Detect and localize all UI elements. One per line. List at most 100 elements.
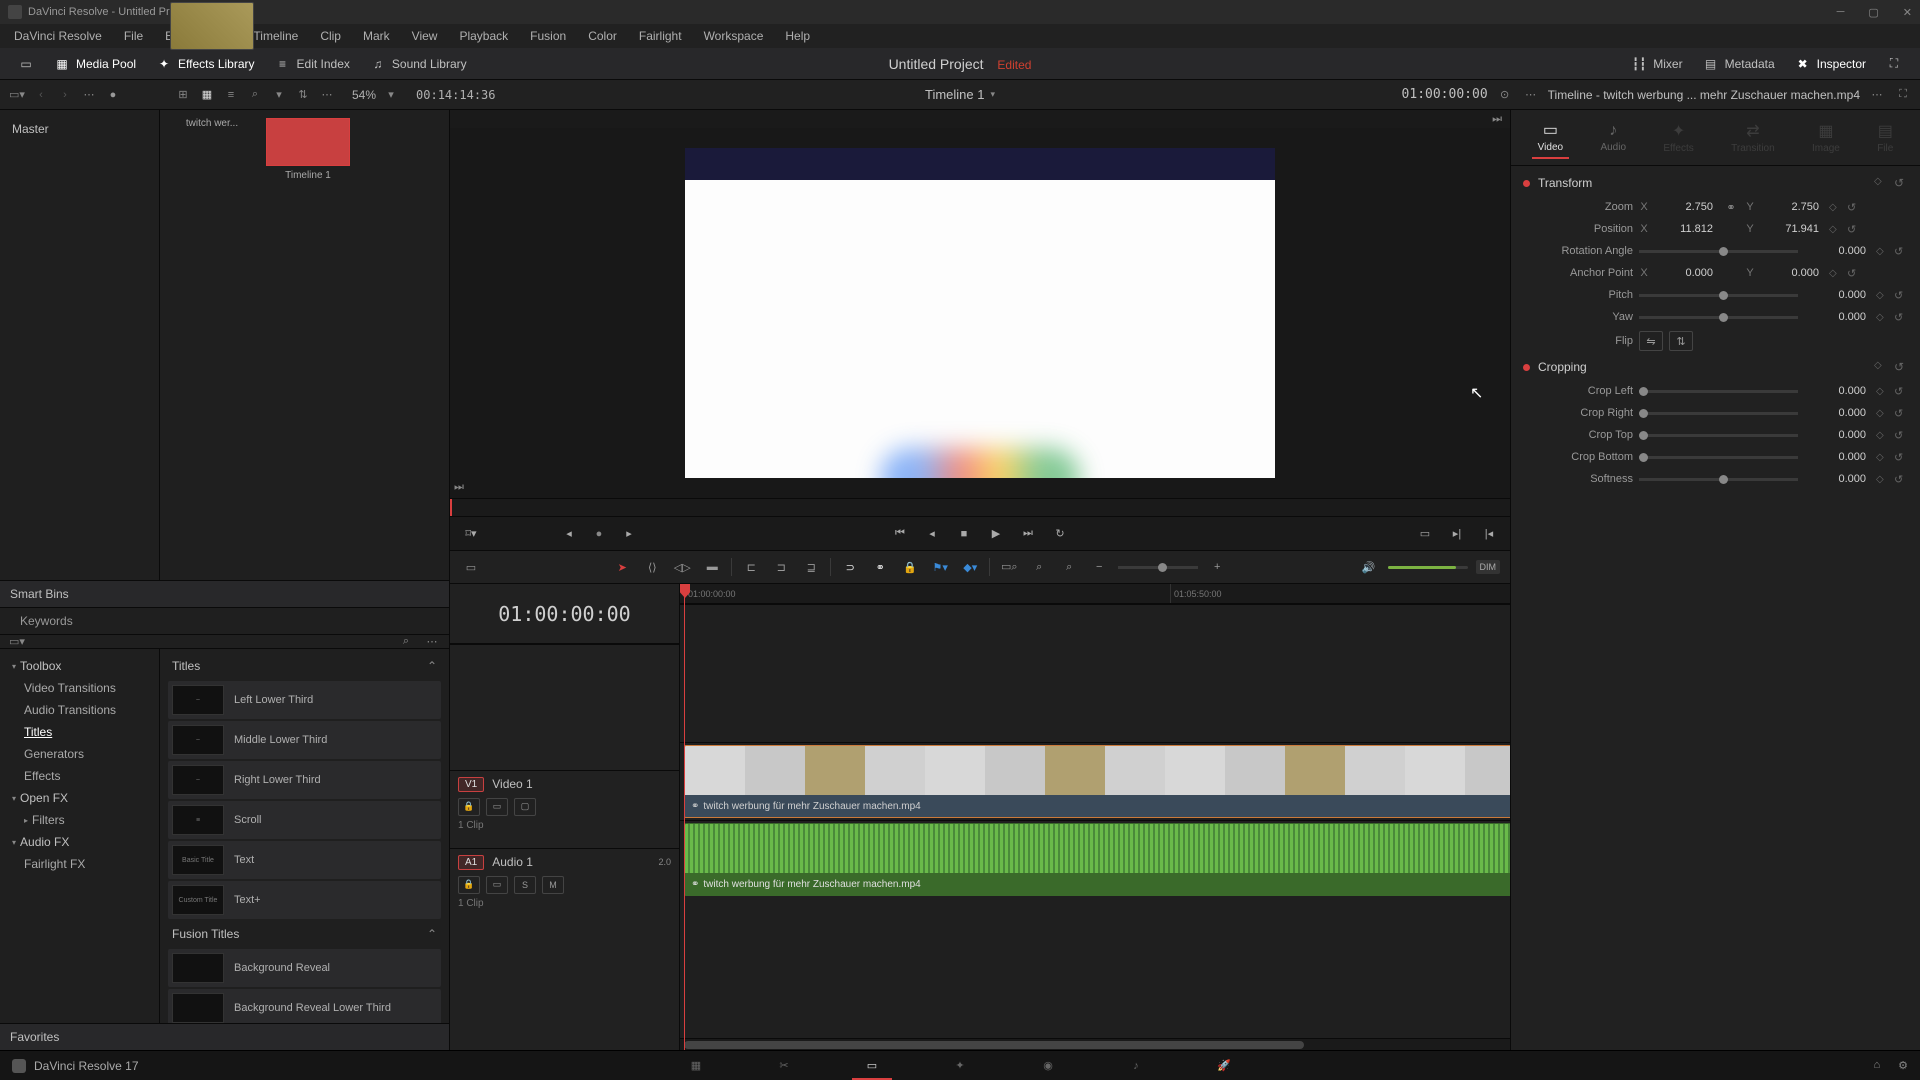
timeline-tracks-area[interactable]: 01:00:00:00 01:05:50:00 01:11:40:00 ⚭twi… [680, 584, 1510, 1050]
reset-icon[interactable]: ↺ [1894, 289, 1908, 302]
flip-h-button[interactable]: ⇋ [1639, 331, 1663, 351]
title-text-plus[interactable]: Custom TitleText+ [168, 881, 441, 919]
match-frame-icon[interactable]: ⌑▾ [460, 523, 482, 545]
inspector-tab-audio[interactable]: ♪Audio [1594, 118, 1632, 157]
effects-library-button[interactable]: ✦Effects Library [146, 52, 264, 76]
fx-tree-video-transitions[interactable]: Video Transitions [4, 677, 155, 699]
selection-tool-icon[interactable]: ➤ [611, 556, 633, 578]
pitch-field[interactable]: 0.000 [1808, 287, 1870, 303]
position-y-field[interactable]: 71.941 [1761, 221, 1823, 237]
viewer-scrubber[interactable] [450, 498, 1510, 516]
metadata-button[interactable]: ▤Metadata [1693, 52, 1785, 76]
reset-icon[interactable]: ↺ [1894, 176, 1908, 190]
yaw-field[interactable]: 0.000 [1808, 309, 1870, 325]
video-track-row[interactable]: ⚭twitch werbung für mehr Zuschauer mache… [680, 742, 1510, 820]
prev-edit-icon[interactable]: ◂ [558, 523, 580, 545]
fx-tree-toolbox[interactable]: ▾Toolbox [4, 655, 155, 677]
go-first-icon[interactable]: ⏮ [889, 523, 911, 545]
title-right-lower-third[interactable]: ⎯Right Lower Third [168, 761, 441, 799]
video-clip[interactable]: ⚭twitch werbung für mehr Zuschauer mache… [684, 745, 1510, 818]
keyframe-icon[interactable]: ◇ [1876, 386, 1888, 397]
lock-icon[interactable]: 🔒 [899, 556, 921, 578]
rotation-field[interactable]: 0.000 [1808, 243, 1870, 259]
fx-tree-openfx[interactable]: ▾Open FX [4, 787, 155, 809]
media-clip-item[interactable]: twitch wer... [168, 118, 256, 181]
reset-icon[interactable]: ↺ [1847, 223, 1861, 236]
fusion-bg-reveal[interactable]: Background Reveal [168, 949, 441, 987]
track-mute-button[interactable]: M [542, 876, 564, 894]
menu-file[interactable]: File [114, 26, 153, 46]
zoom-x-field[interactable]: 2.750 [1655, 199, 1717, 215]
record-timecode[interactable]: 01:00:00:00 [1402, 87, 1488, 102]
maximize-icon[interactable]: ▢ [1868, 6, 1878, 19]
insert-icon[interactable]: ● [588, 523, 610, 545]
jump-next-icon[interactable]: ⏭ [1492, 113, 1502, 126]
track-auto-select-icon[interactable]: ▭ [486, 876, 508, 894]
timeline-selector[interactable]: Timeline 1 ▾ [925, 87, 995, 102]
fairlight-page-tab[interactable]: ♪ [1122, 1056, 1150, 1076]
media-pool-button[interactable]: ▦Media Pool [44, 52, 146, 76]
timeline-ruler[interactable]: 01:00:00:00 01:05:50:00 01:11:40:00 [680, 584, 1510, 604]
timeline-zoom-slider[interactable] [1118, 566, 1198, 569]
favorites-header[interactable]: Favorites [0, 1023, 449, 1050]
track-disable-icon[interactable]: ▢ [514, 798, 536, 816]
reset-icon[interactable]: ↺ [1847, 201, 1861, 214]
menu-color[interactable]: Color [578, 26, 627, 46]
nav-fwd-icon[interactable]: › [56, 86, 74, 104]
volume-slider[interactable] [1388, 566, 1468, 569]
menu-clip[interactable]: Clip [310, 26, 351, 46]
crop-bottom-field[interactable]: 0.000 [1808, 449, 1870, 465]
crop-top-field[interactable]: 0.000 [1808, 427, 1870, 443]
fx-tree-generators[interactable]: Generators [4, 743, 155, 765]
track-auto-select-icon[interactable]: ▭ [486, 798, 508, 816]
link-xy-icon[interactable]: ⚭ [1723, 201, 1739, 214]
dynamic-trim-icon[interactable]: ◁▷ [671, 556, 693, 578]
viewer-options-icon[interactable]: ⋯ [1522, 86, 1540, 104]
audio-track-row[interactable]: ⚭twitch werbung für mehr Zuschauer mache… [680, 820, 1510, 898]
fx-tree-titles[interactable]: Titles [4, 721, 155, 743]
keyframe-icon[interactable]: ◇ [1876, 290, 1888, 301]
crop-right-field[interactable]: 0.000 [1808, 405, 1870, 421]
keyframe-icon[interactable]: ◇ [1829, 224, 1841, 235]
record-icon[interactable]: ● [104, 86, 122, 104]
softness-field[interactable]: 0.000 [1808, 471, 1870, 487]
program-viewer[interactable]: ↖ ⏭ [450, 128, 1510, 498]
zoom-out-icon[interactable]: − [1088, 556, 1110, 578]
nav-back-icon[interactable]: ‹ [32, 86, 50, 104]
snap-icon[interactable]: ⊃ [839, 556, 861, 578]
flip-v-button[interactable]: ⇅ [1669, 331, 1693, 351]
anchor-x-field[interactable]: 0.000 [1655, 265, 1717, 281]
reset-icon[interactable]: ↺ [1894, 385, 1908, 398]
flag-icon[interactable]: ⚑▾ [929, 556, 951, 578]
position-x-field[interactable]: 11.812 [1655, 221, 1717, 237]
trim-tool-icon[interactable]: ⟨⟩ [641, 556, 663, 578]
audio-clip[interactable]: ⚭twitch werbung für mehr Zuschauer mache… [684, 823, 1510, 896]
reset-icon[interactable]: ↺ [1894, 429, 1908, 442]
reset-icon[interactable]: ↺ [1894, 473, 1908, 486]
crop-bottom-slider[interactable] [1639, 456, 1798, 459]
fusion-page-tab[interactable]: ✦ [946, 1056, 974, 1076]
video-track-badge[interactable]: V1 [458, 777, 484, 792]
enable-dot-icon[interactable] [1523, 364, 1530, 371]
keyframe-icon[interactable]: ◇ [1876, 246, 1888, 257]
inspector-tab-effects[interactable]: ✦Effects [1657, 117, 1699, 158]
close-icon[interactable]: ✕ [1903, 6, 1912, 19]
zoom-timeline-icon[interactable]: ⌕ [1058, 556, 1080, 578]
keyframe-icon[interactable]: ◇ [1829, 202, 1841, 213]
media-page-tab[interactable]: ▦ [682, 1056, 710, 1076]
cut-page-tab[interactable]: ✂ [770, 1056, 798, 1076]
keywords-bin[interactable]: Keywords [20, 614, 429, 628]
edit-index-button[interactable]: ≡Edit Index [265, 52, 360, 76]
timeline-timecode[interactable]: 01:00:00:00 [450, 584, 679, 644]
crop-left-field[interactable]: 0.000 [1808, 383, 1870, 399]
next-edit-icon[interactable]: ▸ [618, 523, 640, 545]
video-track-header[interactable]: V1 Video 1 🔒 ▭ ▢ 1 Clip [450, 770, 679, 848]
mixer-button[interactable]: ┇┇Mixer [1621, 52, 1692, 76]
pitch-slider[interactable] [1639, 294, 1798, 297]
metadata-view-icon[interactable]: ⊞ [174, 86, 192, 104]
track-solo-button[interactable]: S [514, 876, 536, 894]
search-chevron-icon[interactable]: ▾ [270, 86, 288, 104]
fx-tree-audio-transitions[interactable]: Audio Transitions [4, 699, 155, 721]
blade-tool-icon[interactable]: ▬ [701, 556, 723, 578]
zoom-chevron-icon[interactable]: ▾ [382, 86, 400, 104]
